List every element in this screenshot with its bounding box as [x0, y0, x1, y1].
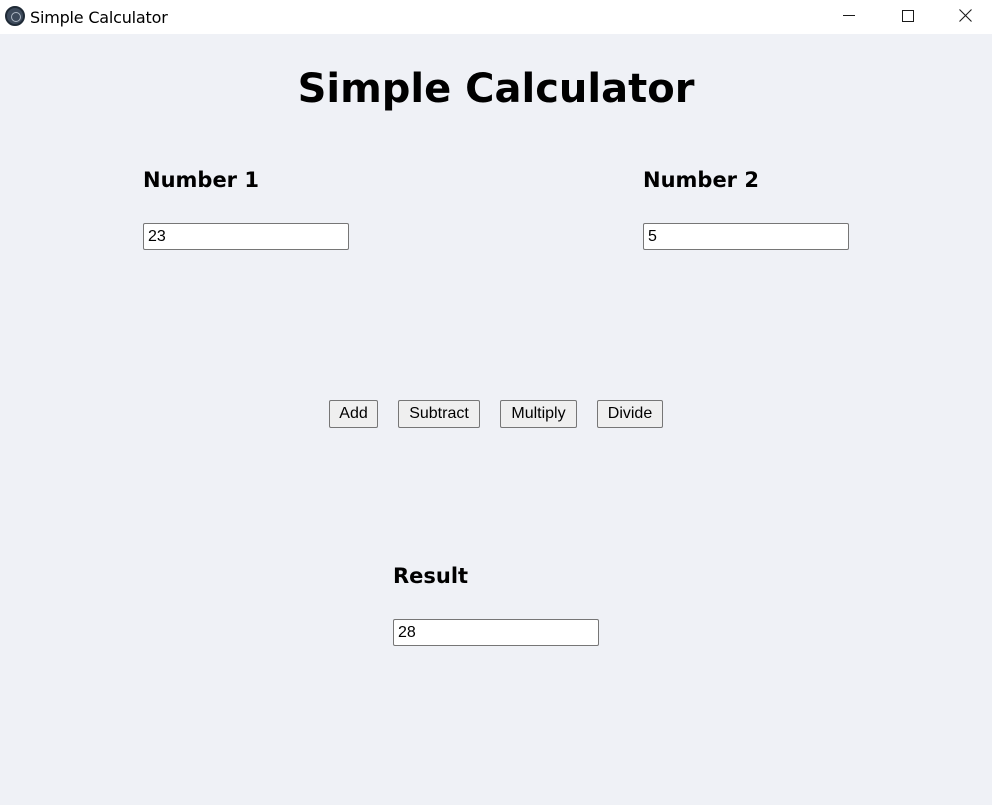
- number1-input[interactable]: [143, 223, 349, 250]
- app-window: Simple Calculator Simple Calculator Numb…: [0, 0, 992, 805]
- minimize-icon[interactable]: [826, 0, 872, 32]
- title-bar: Simple Calculator: [0, 0, 992, 34]
- maximize-icon[interactable]: [884, 0, 930, 32]
- add-button[interactable]: Add: [329, 400, 378, 428]
- page-title: Simple Calculator: [297, 66, 695, 112]
- subtract-button[interactable]: Subtract: [398, 400, 480, 428]
- result-label: Result: [393, 564, 469, 588]
- window-title: Simple Calculator: [30, 8, 168, 27]
- multiply-button[interactable]: Multiply: [500, 400, 577, 428]
- number2-label: Number 2: [643, 168, 759, 192]
- result-field[interactable]: [393, 619, 599, 646]
- close-icon[interactable]: [942, 0, 988, 32]
- number1-label: Number 1: [143, 168, 259, 192]
- app-logo-icon: [5, 6, 25, 26]
- divide-button[interactable]: Divide: [597, 400, 663, 428]
- number2-input[interactable]: [643, 223, 849, 250]
